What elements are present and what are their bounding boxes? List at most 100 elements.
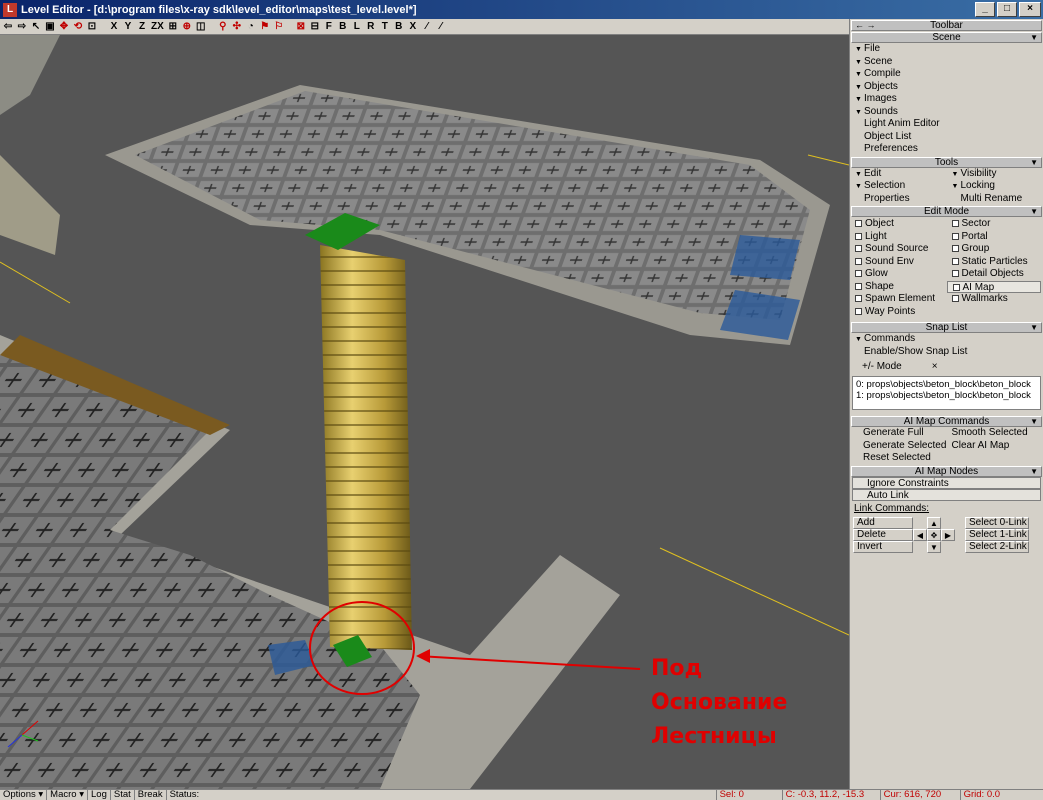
scale-icon[interactable]: ⊡ bbox=[86, 20, 98, 34]
break-button[interactable]: Break bbox=[135, 789, 167, 800]
object-snap-icon[interactable]: ✣ bbox=[231, 20, 243, 34]
minimize-icon[interactable]: _ bbox=[975, 2, 995, 17]
normal-icon[interactable]: ◔ bbox=[245, 20, 257, 34]
view-right-button[interactable]: R bbox=[365, 20, 377, 34]
zoom-extent-icon[interactable]: ⊠ bbox=[295, 20, 307, 34]
checkbox[interactable] bbox=[951, 295, 959, 302]
mode-sound-source[interactable]: Sound Source bbox=[850, 243, 947, 256]
fly-mode-icon[interactable]: ⁄ bbox=[435, 20, 447, 34]
smooth-selected-button[interactable]: Smooth Selected bbox=[947, 427, 1043, 440]
snap-commands[interactable]: ▼ Commands bbox=[850, 333, 1043, 346]
mode-wallmarks[interactable]: Wallmarks bbox=[947, 293, 1043, 306]
tools-edit[interactable]: ▼ Edit bbox=[850, 168, 947, 181]
mode-shape[interactable]: Shape bbox=[850, 281, 947, 294]
redo-icon[interactable]: ⇨ bbox=[16, 20, 28, 34]
axis-x-button[interactable]: X bbox=[108, 20, 120, 34]
panel-move-icon[interactable]: ← → bbox=[855, 21, 876, 30]
select-icon[interactable]: ↖ bbox=[30, 20, 42, 34]
mode-static-particles[interactable]: Static Particles bbox=[947, 256, 1043, 269]
tools-properties[interactable]: Properties bbox=[850, 193, 947, 206]
menu-compile[interactable]: ▼ Compile bbox=[850, 68, 1043, 81]
view-reset-button[interactable]: X bbox=[407, 20, 419, 34]
section-header-scene[interactable]: Scene ▼ bbox=[851, 32, 1042, 43]
tools-multi-rename[interactable]: Multi Rename bbox=[947, 193, 1043, 206]
macro-menu[interactable]: Macro bbox=[47, 789, 88, 800]
moving-snap-icon[interactable]: ⚐ bbox=[273, 20, 285, 34]
section-header-edit-mode[interactable]: Edit Mode ▼ bbox=[851, 206, 1042, 217]
generate-full-button[interactable]: Generate Full bbox=[850, 427, 947, 440]
checkbox-checked[interactable] bbox=[952, 283, 960, 291]
view-left-button[interactable]: L bbox=[351, 20, 363, 34]
mode-light[interactable]: Light bbox=[850, 231, 947, 244]
mode-way-points[interactable]: Way Points bbox=[850, 306, 947, 319]
grid-snap-icon[interactable]: ⊕ bbox=[181, 20, 193, 34]
checkbox[interactable] bbox=[855, 295, 862, 302]
magnet-icon[interactable]: ⚲ bbox=[217, 20, 229, 34]
arrow-down-icon[interactable]: ▼ bbox=[927, 541, 941, 553]
reset-selected-button[interactable]: Reset Selected bbox=[850, 452, 947, 465]
collapse-icon[interactable]: ▼ bbox=[1030, 33, 1038, 42]
select-0-link-button[interactable]: Select 0-Link bbox=[965, 517, 1029, 529]
link-delete-button[interactable]: Delete bbox=[853, 529, 913, 541]
checkbox[interactable] bbox=[855, 307, 862, 315]
undo-icon[interactable]: ⇦ bbox=[2, 20, 14, 34]
snap-clear-icon[interactable]: × bbox=[932, 361, 938, 373]
checkbox[interactable] bbox=[951, 220, 959, 227]
tools-selection[interactable]: ▼ Selection bbox=[850, 180, 947, 193]
checkbox[interactable] bbox=[951, 270, 959, 277]
object-list-link[interactable]: Object List bbox=[850, 131, 1043, 144]
snap-list-item[interactable]: 1: props\objects\beton_block\beton_block bbox=[856, 390, 1037, 401]
link-invert-button[interactable]: Invert bbox=[853, 541, 913, 553]
collapse-icon[interactable]: ▼ bbox=[1030, 323, 1038, 332]
axis-zx-button[interactable]: ZX bbox=[150, 20, 165, 34]
close-icon[interactable]: × bbox=[1019, 2, 1041, 17]
light-anim-editor-link[interactable]: Light Anim Editor bbox=[850, 118, 1043, 131]
section-header-ai-nodes[interactable]: AI Map Nodes ▼ bbox=[851, 465, 1042, 477]
snap-list-item[interactable]: 0: props\objects\beton_block\beton_block bbox=[856, 379, 1037, 390]
rotate-icon[interactable]: ⟲ bbox=[72, 20, 84, 34]
ignore-constraints-toggle[interactable]: Ignore Constraints bbox=[852, 476, 1041, 489]
checkbox[interactable] bbox=[855, 220, 862, 227]
section-header-ai-commands[interactable]: AI Map Commands ▼ bbox=[851, 416, 1042, 427]
log-button[interactable]: Log bbox=[88, 789, 111, 800]
checkbox[interactable] bbox=[855, 270, 862, 277]
checkbox[interactable] bbox=[855, 282, 862, 290]
angle-snap-icon[interactable]: ◫ bbox=[195, 20, 207, 34]
mode-group[interactable]: Group bbox=[947, 243, 1043, 256]
mode-ai-map[interactable]: AI Map bbox=[946, 280, 1041, 293]
snap-icon[interactable]: ⊞ bbox=[167, 20, 179, 34]
auto-link-toggle[interactable]: Auto Link bbox=[852, 488, 1041, 501]
section-header-snap-list[interactable]: Snap List ▼ bbox=[851, 322, 1042, 333]
mode-portal[interactable]: Portal bbox=[947, 231, 1043, 244]
menu-scene[interactable]: ▼ Scene bbox=[850, 56, 1043, 69]
select-2-link-button[interactable]: Select 2-Link bbox=[965, 541, 1029, 553]
menu-file[interactable]: ▼ File bbox=[850, 43, 1043, 56]
preferences-link[interactable]: Preferences bbox=[850, 143, 1043, 156]
view-top-button[interactable]: T bbox=[379, 20, 391, 34]
maximize-icon[interactable]: □ bbox=[997, 2, 1017, 17]
mode-spawn-element[interactable]: Spawn Element bbox=[850, 293, 947, 306]
enable-snap-list-link[interactable]: Enable/Show Snap List bbox=[850, 346, 1043, 359]
collapse-icon[interactable]: ▼ bbox=[1030, 207, 1038, 216]
collapse-icon[interactable]: ▼ bbox=[1030, 467, 1038, 476]
view-bottom-button[interactable]: B bbox=[393, 20, 405, 34]
mode-sound-env[interactable]: Sound Env bbox=[850, 256, 947, 269]
arrow-right-icon[interactable]: ▶ bbox=[941, 529, 955, 541]
move-all-icon[interactable]: ✥ bbox=[927, 529, 941, 541]
camera-icon[interactable]: ▣ bbox=[44, 20, 56, 34]
checkbox[interactable] bbox=[855, 245, 862, 252]
tools-visibility[interactable]: ▼ Visibility bbox=[947, 168, 1043, 181]
checkbox[interactable] bbox=[951, 245, 959, 252]
section-header-tools[interactable]: Tools ▼ bbox=[851, 156, 1042, 168]
menu-images[interactable]: ▼ Images bbox=[850, 93, 1043, 106]
arrow-up-icon[interactable]: ▲ bbox=[927, 517, 941, 529]
mode-detail-objects[interactable]: Detail Objects bbox=[947, 268, 1043, 281]
select-1-link-button[interactable]: Select 1-Link bbox=[965, 529, 1029, 541]
vertex-snap-icon[interactable]: ⚑ bbox=[259, 20, 271, 34]
camera-mode-icon[interactable]: ⁄ bbox=[421, 20, 433, 34]
mode-sector[interactable]: Sector bbox=[947, 218, 1043, 231]
tools-locking[interactable]: ▼ Locking bbox=[947, 180, 1043, 193]
checkbox[interactable] bbox=[855, 257, 862, 265]
mode-object[interactable]: Object bbox=[850, 218, 947, 231]
checkbox[interactable] bbox=[951, 257, 959, 265]
